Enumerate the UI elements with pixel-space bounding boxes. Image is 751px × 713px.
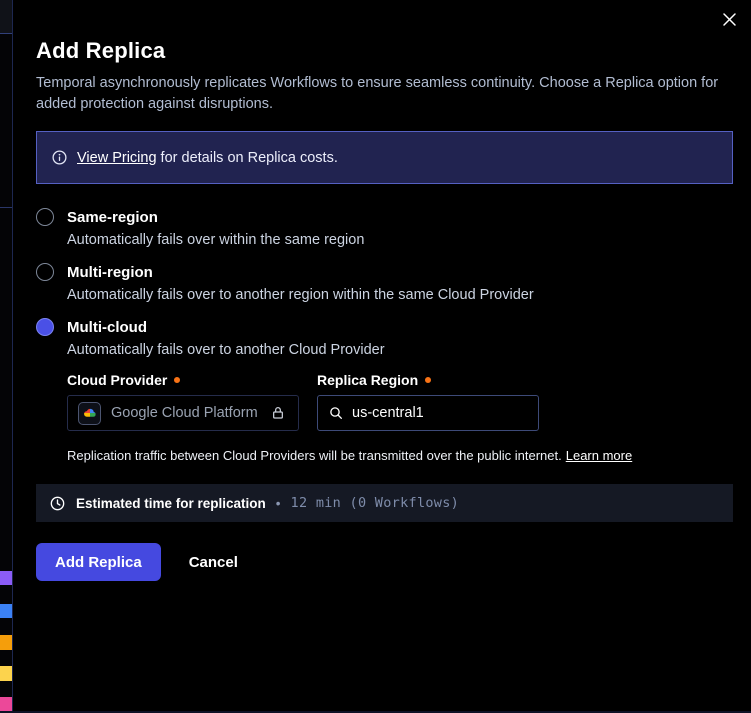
estimate-banner: Estimated time for replication • 12 min … bbox=[36, 484, 733, 522]
option-description: Automatically fails over to another regi… bbox=[67, 287, 733, 303]
option-same-region: Same-region Automatically fails over wit… bbox=[36, 208, 733, 248]
background-block bbox=[0, 0, 12, 34]
cloud-provider-field-group: Cloud Provider bbox=[67, 372, 299, 431]
background-divider bbox=[0, 207, 12, 208]
page-title: Add Replica bbox=[36, 38, 733, 64]
add-replica-modal: Add Replica Temporal asynchronously repl… bbox=[13, 0, 751, 711]
option-description: Automatically fails over to another Clou… bbox=[67, 342, 733, 358]
cloud-provider-value: Google Cloud Platform bbox=[111, 405, 258, 421]
pricing-info-banner: View Pricing for details on Replica cost… bbox=[36, 131, 733, 184]
public-internet-note: Replication traffic between Cloud Provid… bbox=[67, 448, 733, 463]
close-icon bbox=[722, 12, 737, 27]
close-button[interactable] bbox=[720, 10, 738, 28]
radio-multi-region[interactable]: Multi-region bbox=[36, 263, 733, 281]
required-dot bbox=[174, 377, 180, 383]
add-replica-button[interactable]: Add Replica bbox=[36, 543, 161, 581]
view-pricing-link[interactable]: View Pricing bbox=[77, 150, 157, 166]
replica-options: Same-region Automatically fails over wit… bbox=[36, 208, 733, 463]
multi-cloud-form: Cloud Provider bbox=[67, 372, 733, 431]
pricing-banner-text: View Pricing for details on Replica cost… bbox=[77, 150, 338, 166]
modal-description: Temporal asynchronously replicates Workf… bbox=[36, 73, 733, 115]
replica-region-label: Replica Region bbox=[317, 372, 539, 388]
replica-region-field-group: Replica Region bbox=[317, 372, 539, 431]
background-stripe bbox=[0, 635, 12, 650]
cloud-provider-label: Cloud Provider bbox=[67, 372, 299, 388]
replica-region-input[interactable] bbox=[352, 405, 528, 421]
replica-region-searchbox[interactable] bbox=[317, 395, 539, 431]
gcp-logo-icon bbox=[78, 402, 101, 425]
pricing-banner-rest: for details on Replica costs. bbox=[157, 150, 338, 166]
info-icon bbox=[51, 149, 68, 166]
note-text: Replication traffic between Cloud Provid… bbox=[67, 448, 562, 463]
cloud-provider-select[interactable]: Google Cloud Platform bbox=[67, 395, 299, 431]
cancel-button[interactable]: Cancel bbox=[189, 554, 238, 571]
lock-icon bbox=[270, 405, 286, 421]
radio-unselected-icon[interactable] bbox=[36, 263, 54, 281]
option-label: Multi-region bbox=[67, 264, 153, 281]
background-stripe bbox=[0, 571, 12, 585]
radio-same-region[interactable]: Same-region bbox=[36, 208, 733, 226]
learn-more-link[interactable]: Learn more bbox=[566, 448, 632, 463]
radio-selected-icon[interactable] bbox=[36, 318, 54, 336]
background-stripe bbox=[0, 604, 12, 618]
estimate-label: Estimated time for replication bbox=[76, 496, 266, 511]
estimate-separator: • bbox=[276, 496, 281, 511]
option-description: Automatically fails over within the same… bbox=[67, 232, 733, 248]
field-label-text: Cloud Provider bbox=[67, 372, 167, 388]
clock-icon bbox=[49, 495, 66, 512]
modal-actions: Add Replica Cancel bbox=[36, 543, 733, 581]
option-label: Multi-cloud bbox=[67, 319, 147, 336]
option-multi-region: Multi-region Automatically fails over to… bbox=[36, 263, 733, 303]
estimate-value: 12 min (0 Workflows) bbox=[291, 495, 460, 511]
field-label-text: Replica Region bbox=[317, 372, 418, 388]
background-stripe bbox=[0, 666, 12, 681]
radio-unselected-icon[interactable] bbox=[36, 208, 54, 226]
background-page-edge bbox=[0, 0, 12, 713]
option-label: Same-region bbox=[67, 209, 158, 226]
required-dot bbox=[425, 377, 431, 383]
radio-multi-cloud[interactable]: Multi-cloud bbox=[36, 318, 733, 336]
search-icon bbox=[328, 405, 344, 421]
option-multi-cloud: Multi-cloud Automatically fails over to … bbox=[36, 318, 733, 463]
